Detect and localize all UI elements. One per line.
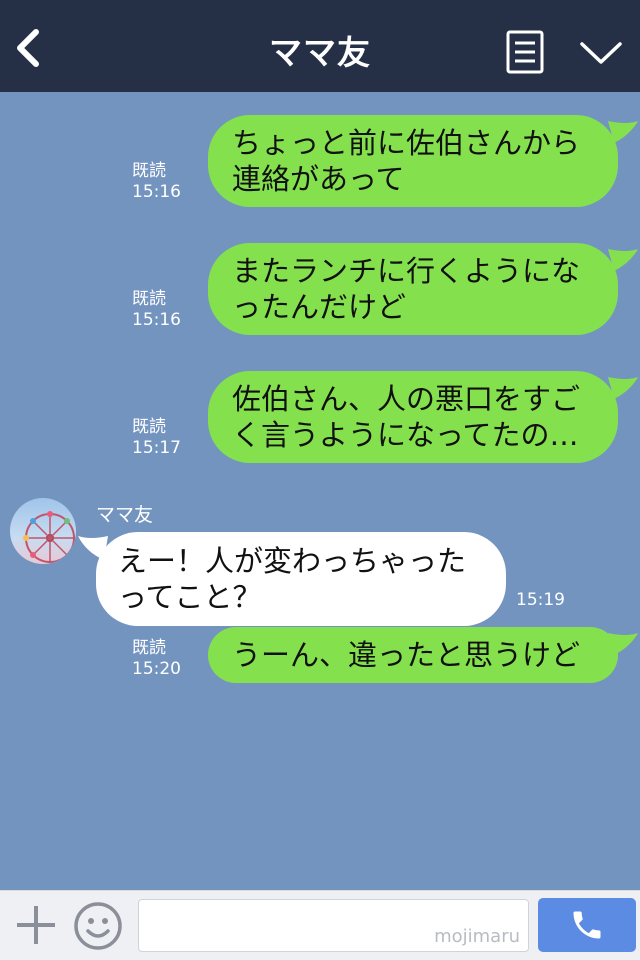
watermark: mojimaru: [434, 926, 520, 947]
outgoing-message: ちょっと前に佐伯さんから連絡があって 既読 15:16: [132, 115, 638, 207]
bubble-tail: [608, 121, 638, 143]
chevron-down-icon: [580, 42, 622, 64]
incoming-bubble[interactable]: えー！人が変わっちゃったってこと？: [78, 532, 506, 626]
ferris-wheel-icon: [23, 511, 75, 563]
back-button[interactable]: [10, 26, 50, 70]
message-text: またランチに行くようになったんだけど: [232, 254, 581, 324]
message-meta: 既読 15:17: [132, 417, 181, 459]
input-bar: mojimaru: [0, 890, 640, 960]
message-text: ちょっと前に佐伯さんから連絡があって: [232, 126, 581, 196]
message-time: 15:16: [132, 182, 181, 202]
call-button[interactable]: [538, 898, 636, 952]
bubble-tail: [608, 249, 638, 271]
outgoing-bubble[interactable]: またランチに行くようになったんだけど: [208, 243, 638, 335]
emoji-button[interactable]: [73, 901, 123, 951]
bubble-tail: [608, 633, 638, 655]
outgoing-message: うーん、違ったと思うけど 既読 15:20: [132, 627, 638, 683]
read-status: 既読: [132, 289, 166, 309]
menu-button[interactable]: [506, 30, 544, 74]
message-time: 15:20: [132, 659, 181, 679]
emoji-icon: [74, 902, 122, 950]
read-status: 既読: [132, 638, 166, 658]
message-time: 15:17: [132, 438, 181, 458]
message-time: 15:19: [516, 590, 565, 610]
outgoing-bubble[interactable]: ちょっと前に佐伯さんから連絡があって: [208, 115, 638, 207]
read-status: 既読: [132, 417, 166, 437]
outgoing-message: またランチに行くようになったんだけど 既読 15:16: [132, 243, 638, 335]
plus-icon: [17, 906, 55, 944]
menu-icon: [506, 30, 544, 74]
read-status: 既読: [132, 161, 166, 181]
message-time: 15:16: [132, 310, 181, 330]
message-meta: 既読 15:20: [132, 638, 181, 680]
phone-icon: [573, 911, 601, 939]
message-meta: 既読 15:16: [132, 289, 181, 331]
outgoing-bubble[interactable]: 佐伯さん、人の悪口をすごく言うようになってたの…: [208, 371, 638, 463]
message-text: えー！人が変わっちゃったってこと？: [118, 544, 467, 614]
chat-title: ママ友: [269, 33, 371, 72]
bubble-tail: [78, 536, 108, 560]
add-button[interactable]: [14, 903, 58, 947]
message-meta: 既読 15:16: [132, 161, 181, 203]
expand-button[interactable]: [578, 36, 624, 68]
message-text: うーん、違ったと思うけど: [232, 638, 581, 672]
message-text: 佐伯さん、人の悪口をすごく言うようになってたの…: [232, 382, 581, 452]
message-input[interactable]: mojimaru: [138, 899, 529, 952]
avatar[interactable]: [10, 498, 76, 564]
sender-name: ママ友: [96, 504, 154, 526]
outgoing-bubble[interactable]: うーん、違ったと思うけど: [208, 627, 638, 683]
back-icon: [17, 29, 39, 67]
chat-area[interactable]: ちょっと前に佐伯さんから連絡があって 既読 15:16 またランチに行くようにな…: [0, 92, 640, 890]
header-bar: ママ友: [0, 0, 640, 92]
outgoing-message: 佐伯さん、人の悪口をすごく言うようになってたの… 既読 15:17: [132, 371, 638, 463]
bubble-tail: [608, 377, 638, 399]
